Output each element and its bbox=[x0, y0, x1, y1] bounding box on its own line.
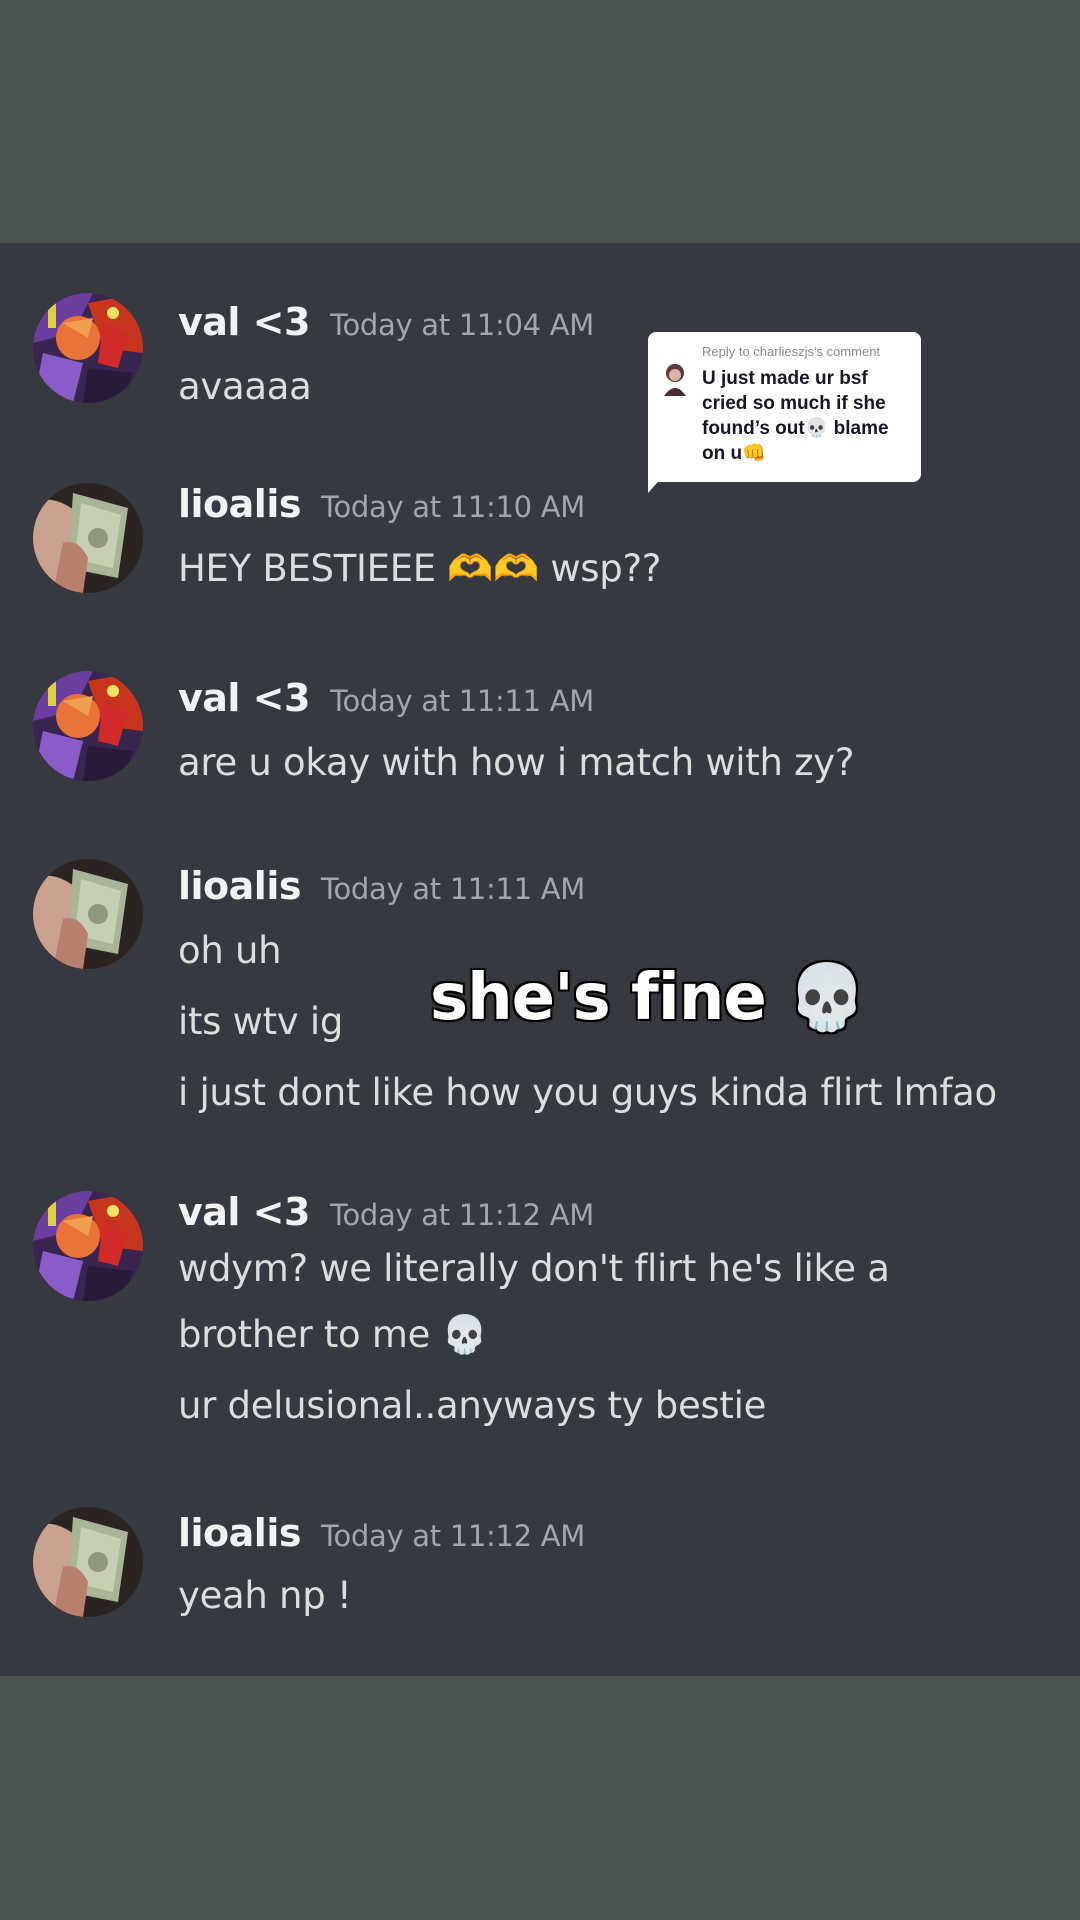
username[interactable]: val <3 bbox=[178, 1190, 310, 1234]
message-text: oh uh bbox=[178, 929, 282, 972]
message-header: lioalis Today at 11:12 AM bbox=[178, 1511, 585, 1555]
message-text: HEY BESTIEEE 🫶🫶 wsp?? bbox=[178, 547, 662, 590]
avatar-lioalis[interactable] bbox=[33, 483, 143, 593]
reply-comment-sticker[interactable]: Reply to charlieszjs's comment U just ma… bbox=[648, 332, 921, 482]
message-header: lioalis Today at 11:11 AM bbox=[178, 864, 585, 908]
message-header: val <3 Today at 11:12 AM bbox=[178, 1190, 594, 1234]
message-header: lioalis Today at 11:10 AM bbox=[178, 482, 585, 526]
username[interactable]: val <3 bbox=[178, 676, 310, 720]
reply-sticker-tail bbox=[648, 475, 664, 493]
avatar-lioalis[interactable] bbox=[33, 1507, 143, 1617]
timestamp: Today at 11:11 AM bbox=[320, 872, 585, 906]
avatar-val[interactable] bbox=[33, 1191, 143, 1301]
message-text: ur delusional..anyways ty bestie bbox=[178, 1384, 767, 1427]
reply-comment-text: U just made ur bsf cried so much if she … bbox=[702, 368, 889, 464]
message-text: brother to me 💀 bbox=[178, 1313, 488, 1356]
message-text: i just dont like how you guys kinda flir… bbox=[178, 1071, 997, 1114]
avatar-val[interactable] bbox=[33, 671, 143, 781]
message-text: yeah np ! bbox=[178, 1574, 352, 1617]
message-header: val <3 Today at 11:11 AM bbox=[178, 676, 594, 720]
avatar-lioalis[interactable] bbox=[33, 859, 143, 969]
username[interactable]: lioalis bbox=[178, 482, 301, 526]
message-text: avaaaa bbox=[178, 365, 312, 408]
overlay-caption: she's fine 💀 bbox=[429, 960, 869, 1037]
username[interactable]: lioalis bbox=[178, 1511, 301, 1555]
video-frame: val <3 Today at 11:04 AM avaaaa lioalis To… bbox=[0, 0, 1080, 1920]
timestamp: Today at 11:04 AM bbox=[329, 308, 594, 342]
reply-label: Reply to charlieszjs's comment bbox=[702, 344, 881, 359]
timestamp: Today at 11:12 AM bbox=[329, 1198, 594, 1232]
message-text: its wtv ig bbox=[178, 1000, 344, 1043]
username[interactable]: val <3 bbox=[178, 300, 310, 344]
username[interactable]: lioalis bbox=[178, 864, 301, 908]
commenter-avatar bbox=[660, 362, 690, 396]
message-header: val <3 Today at 11:04 AM bbox=[178, 300, 594, 344]
timestamp: Today at 11:10 AM bbox=[320, 490, 585, 524]
timestamp: Today at 11:12 AM bbox=[320, 1519, 585, 1553]
message-text: are u okay with how i match with zy? bbox=[178, 741, 855, 784]
avatar-val[interactable] bbox=[33, 293, 143, 403]
message-text: wdym? we literally don't flirt he's like… bbox=[178, 1247, 890, 1290]
timestamp: Today at 11:11 AM bbox=[329, 684, 594, 718]
